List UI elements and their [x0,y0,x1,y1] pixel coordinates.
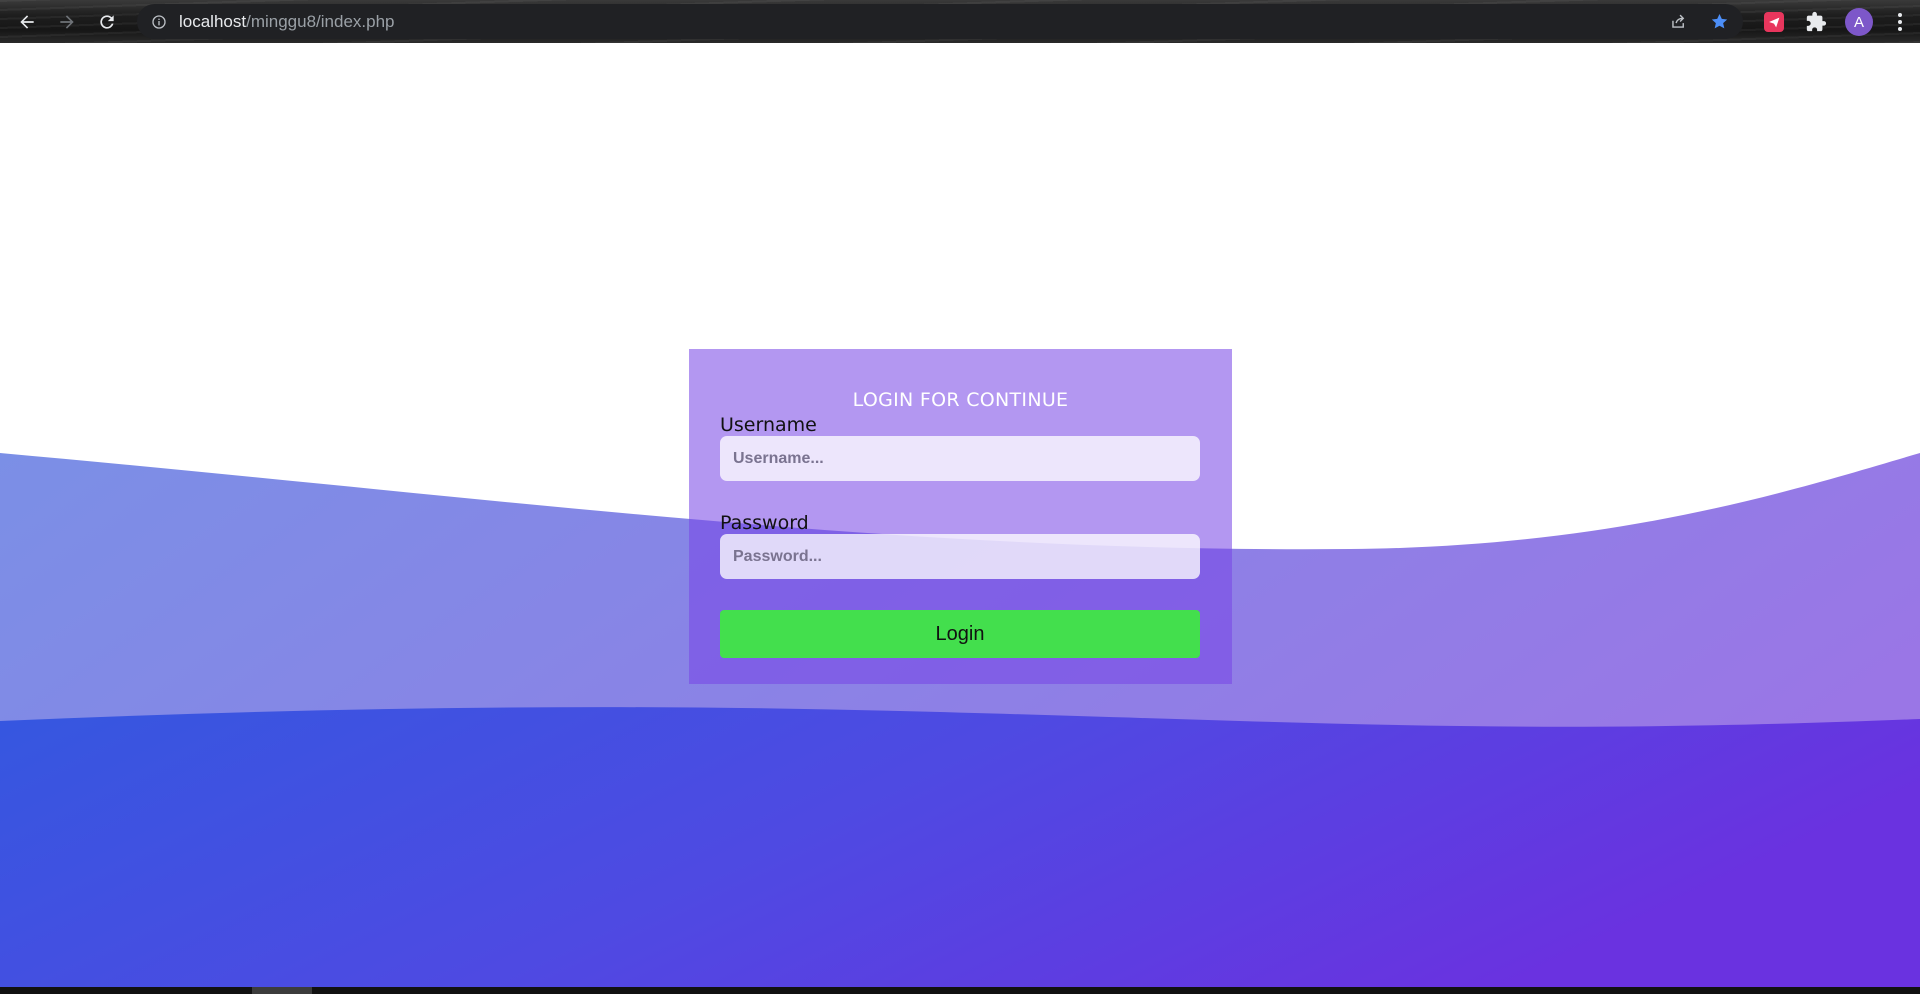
horizontal-scrollbar[interactable] [0,987,1920,994]
back-button[interactable] [13,8,41,36]
puzzle-icon[interactable] [1805,11,1827,33]
username-input[interactable] [720,436,1200,481]
address-bar[interactable]: localhost/minggu8/index.php [137,4,1743,39]
browser-toolbar: localhost/minggu8/index.php A [0,0,1920,43]
password-input[interactable] [720,534,1200,579]
login-panel: LOGIN FOR CONTINUE Username Password Log… [689,349,1232,684]
url-text: localhost/minggu8/index.php [179,12,395,32]
share-icon[interactable] [1669,12,1688,31]
address-bar-actions [1669,4,1729,39]
login-title: LOGIN FOR CONTINUE [852,389,1069,411]
info-icon[interactable] [151,14,167,30]
reload-icon [100,15,114,29]
star-icon[interactable] [1710,12,1729,31]
url-host: localhost [179,11,247,31]
arrow-right-icon [60,15,74,29]
forward-button[interactable] [53,8,81,36]
extensions-area: A [1748,4,1920,39]
send-icon [1768,17,1779,27]
page-viewport: LOGIN FOR CONTINUE Username Password Log… [0,43,1920,987]
kebab-menu-icon[interactable] [1888,10,1912,34]
password-label: Password [720,512,809,534]
arrow-left-icon [20,15,34,29]
reload-button[interactable] [93,8,121,36]
username-label: Username [720,414,817,436]
avatar[interactable]: A [1845,8,1873,36]
login-button[interactable]: Login [720,610,1200,658]
scrollbar-thumb[interactable] [252,987,312,994]
extension-button[interactable] [1764,12,1784,32]
url-path: /minggu8/index.php [246,11,395,31]
wave-front [0,707,1920,987]
